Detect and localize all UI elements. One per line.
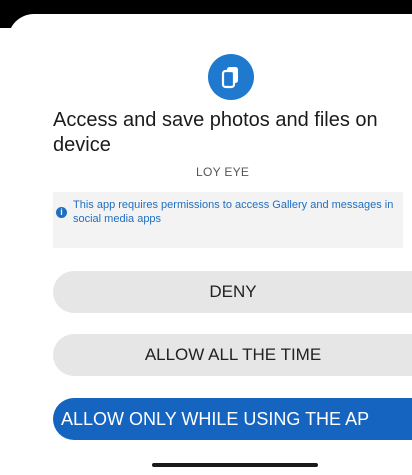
- allow-while-using-button[interactable]: ALLOW ONLY WHILE USING THE AP: [53, 398, 412, 440]
- allow-all-the-time-button[interactable]: ALLOW ALL THE TIME: [53, 334, 412, 376]
- info-icon: i: [56, 207, 67, 218]
- dialog-title: Access and save photos and files on devi…: [53, 109, 378, 156]
- deny-button[interactable]: DENY: [53, 271, 412, 313]
- files-icon: [208, 54, 254, 100]
- app-name: LOY EYE: [196, 165, 250, 179]
- home-indicator[interactable]: [152, 463, 318, 467]
- notice-text: This app requires permissions to access …: [73, 199, 394, 225]
- permission-notice: i This app requires permissions to acces…: [53, 192, 403, 248]
